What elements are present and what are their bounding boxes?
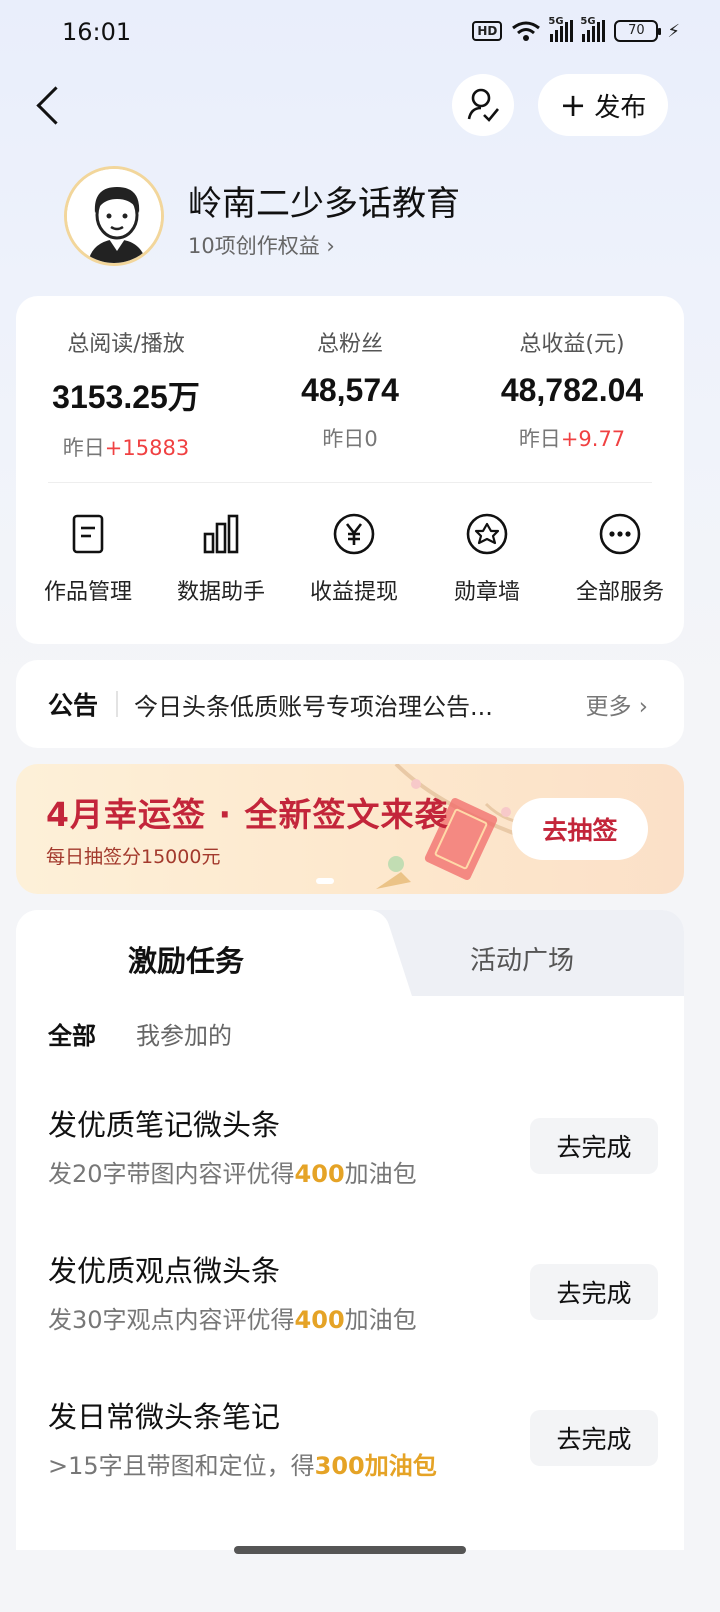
signal-sim2-icon: 5G [580,16,606,42]
notice-card[interactable]: 公告 今日头条低质账号专项治理公告... 更多 › [16,660,684,748]
banner-subtitle: 每日抽签分15000元 [46,846,221,868]
medal-icon [466,513,508,555]
carousel-indicator [316,878,334,884]
back-button[interactable] [30,86,70,126]
notice-text[interactable]: 今日头条低质账号专项治理公告... [134,687,534,722]
service-works-management[interactable]: 作品管理 [24,512,152,606]
stat-value: 3153.25万 [52,379,200,415]
stat-label: 总收益(元) [519,332,625,357]
filter-joined[interactable]: 我参加的 [136,1016,232,1051]
service-label: 数据助手 [176,580,265,605]
stats-card: 总阅读/播放 3153.25万 昨日+15883 总粉丝 48,574 昨日0 … [16,296,684,644]
document-icon [72,514,104,554]
charging-icon: ⚡ [667,20,680,42]
stat-total-earnings[interactable]: 总收益(元) 48,782.04 昨日+9.77 [462,326,682,453]
home-indicator[interactable] [234,1546,466,1554]
draw-lot-button[interactable]: 去抽签 [512,798,648,860]
creator-rights-link[interactable]: 10项创作权益 › [188,230,335,260]
task-filters: 全部 我参加的 [48,1016,232,1051]
avatar[interactable] [64,166,164,266]
complete-task-button[interactable]: 去完成 [530,1410,658,1466]
divider [48,482,652,483]
plus-icon: + [559,86,587,124]
yen-icon [333,513,375,555]
task-item: 发优质笔记微头条 发20字带图内容评优得400加油包 去完成 [48,1102,658,1202]
complete-task-button[interactable]: 去完成 [530,1264,658,1320]
banner-title: 4月幸运签 · 全新签文来袭 [46,795,449,834]
complete-task-button[interactable]: 去完成 [530,1118,658,1174]
stat-label: 总粉丝 [316,332,383,357]
wifi-icon [512,21,541,41]
service-data-assistant[interactable]: 数据助手 [157,512,285,606]
stat-value: 48,782.04 [500,372,644,408]
notice-title: 公告 [48,691,99,720]
task-card: 激励任务 活动广场 全部 我参加的 发优质笔记微头条 发20字带图内容评优得40… [16,910,684,1550]
user-settings-button[interactable] [452,74,514,136]
service-medal-wall[interactable]: 勋章墙 [423,512,551,606]
stat-yesterday: 昨日+9.77 [518,427,626,451]
publish-button[interactable]: + 发布 [538,74,668,136]
service-all-services[interactable]: 全部服务 [556,512,684,606]
task-item: 发日常微头条笔记 >15字且带图和定位，得300加油包 去完成 [48,1394,658,1494]
service-label: 收益提现 [309,580,398,605]
service-label: 全部服务 [575,580,664,605]
hd-badge: HD [472,21,503,41]
status-icons: HD 5G 5G 70 ⚡ [472,16,680,42]
service-withdraw[interactable]: 收益提现 [290,512,418,606]
service-label: 勋章墙 [453,580,520,605]
battery-icon: 70 [614,20,662,42]
service-grid: 作品管理 数据助手 收益提现 勋章墙 全部服务 [16,512,684,606]
user-settings-icon [467,88,500,122]
stat-yesterday: 昨日0 [322,427,378,451]
filter-all[interactable]: 全部 [48,1016,96,1051]
tab-incentive-tasks-label[interactable]: 激励任务 [128,938,244,980]
status-bar: 16:01 HD 5G 5G 70 ⚡ [0,0,720,64]
tab-activity-plaza-label[interactable]: 活动广场 [470,940,574,977]
bar-chart-icon [203,514,239,554]
service-label: 作品管理 [43,580,132,605]
publish-label: 发布 [594,92,647,123]
signal-sim1-icon: 5G [548,16,574,42]
stat-total-reads[interactable]: 总阅读/播放 3153.25万 昨日+15883 [16,326,236,462]
stat-value: 48,574 [301,372,399,408]
notice-more-link[interactable]: 更多 › [585,687,648,721]
stat-label: 总阅读/播放 [67,332,185,357]
profile-name: 岭南二少多话教育 [188,184,460,224]
more-icon [599,513,641,555]
divider [116,691,119,717]
stat-yesterday: 昨日+15883 [62,436,190,460]
stat-total-fans[interactable]: 总粉丝 48,574 昨日0 [240,326,460,453]
task-item: 发优质观点微头条 发30字观点内容评优得400加油包 去完成 [48,1248,658,1348]
status-time: 16:01 [62,18,132,46]
lucky-draw-banner[interactable]: 4月幸运签 · 全新签文来袭 每日抽签分15000元 去抽签 [16,764,684,894]
